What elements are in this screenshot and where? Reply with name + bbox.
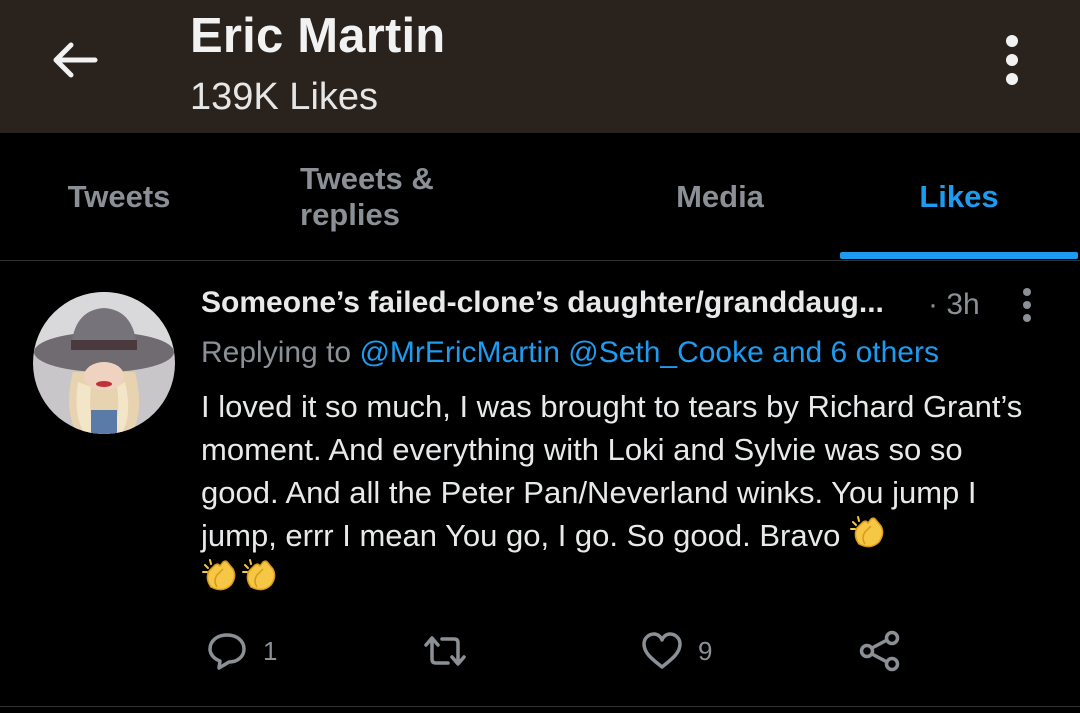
profile-name: Eric Martin	[190, 9, 446, 63]
clapping-hands-emoji	[242, 559, 276, 591]
retweet-button[interactable]	[420, 628, 484, 674]
avatar-photo	[33, 292, 175, 434]
tweet-divider	[0, 706, 1080, 707]
retweet-icon	[424, 636, 466, 666]
tab-tweets-replies[interactable]: Tweets & replies	[300, 133, 538, 260]
more-vertical-icon	[1023, 288, 1031, 322]
tweet-body: I loved it so much, I was brought to tea…	[201, 385, 1041, 600]
like-count: 9	[698, 635, 713, 666]
reply-count: 1	[263, 635, 278, 666]
likes-count: 139K Likes	[190, 76, 379, 118]
tweet-author-name[interactable]: Someone’s failed-clone’s daughter/grandd…	[201, 286, 884, 320]
mention-link[interactable]: @MrEricMartin	[359, 336, 559, 369]
tweet-text: I loved it so much, I was brought to tea…	[201, 389, 1023, 553]
tweet-timestamp: · 3h	[928, 288, 980, 321]
back-button[interactable]	[46, 36, 102, 84]
arrow-left-icon	[53, 42, 98, 78]
comment-icon	[208, 633, 246, 670]
more-vertical-icon	[1006, 35, 1018, 85]
heart-icon	[642, 632, 682, 669]
mention-link[interactable]: @Seth_Cooke	[568, 336, 764, 369]
profile-header: Eric Martin 139K Likes	[0, 0, 1080, 133]
avatar[interactable]	[33, 292, 175, 434]
share-button[interactable]	[858, 628, 902, 674]
replying-to-line: Replying to @MrEricMartin @Seth_Cooke an…	[201, 336, 939, 370]
reply-button[interactable]: 1	[205, 628, 277, 674]
tab-tweets[interactable]: Tweets	[0, 133, 238, 260]
share-icon	[859, 630, 900, 672]
others-link[interactable]: and 6 others	[772, 336, 939, 369]
more-options-button[interactable]	[992, 30, 1032, 90]
tweet-more-button[interactable]	[1014, 284, 1040, 326]
like-button[interactable]: 9	[640, 628, 712, 674]
tab-likes[interactable]: Likes	[840, 133, 1078, 260]
replying-to-label: Replying to	[201, 336, 352, 369]
active-tab-indicator	[840, 252, 1078, 259]
clapping-hands-emoji	[849, 516, 884, 548]
clapping-hands-emoji	[202, 559, 236, 591]
tab-media[interactable]: Media	[600, 133, 840, 260]
profile-tabs: Tweets Tweets & replies Media Likes	[0, 133, 1080, 261]
